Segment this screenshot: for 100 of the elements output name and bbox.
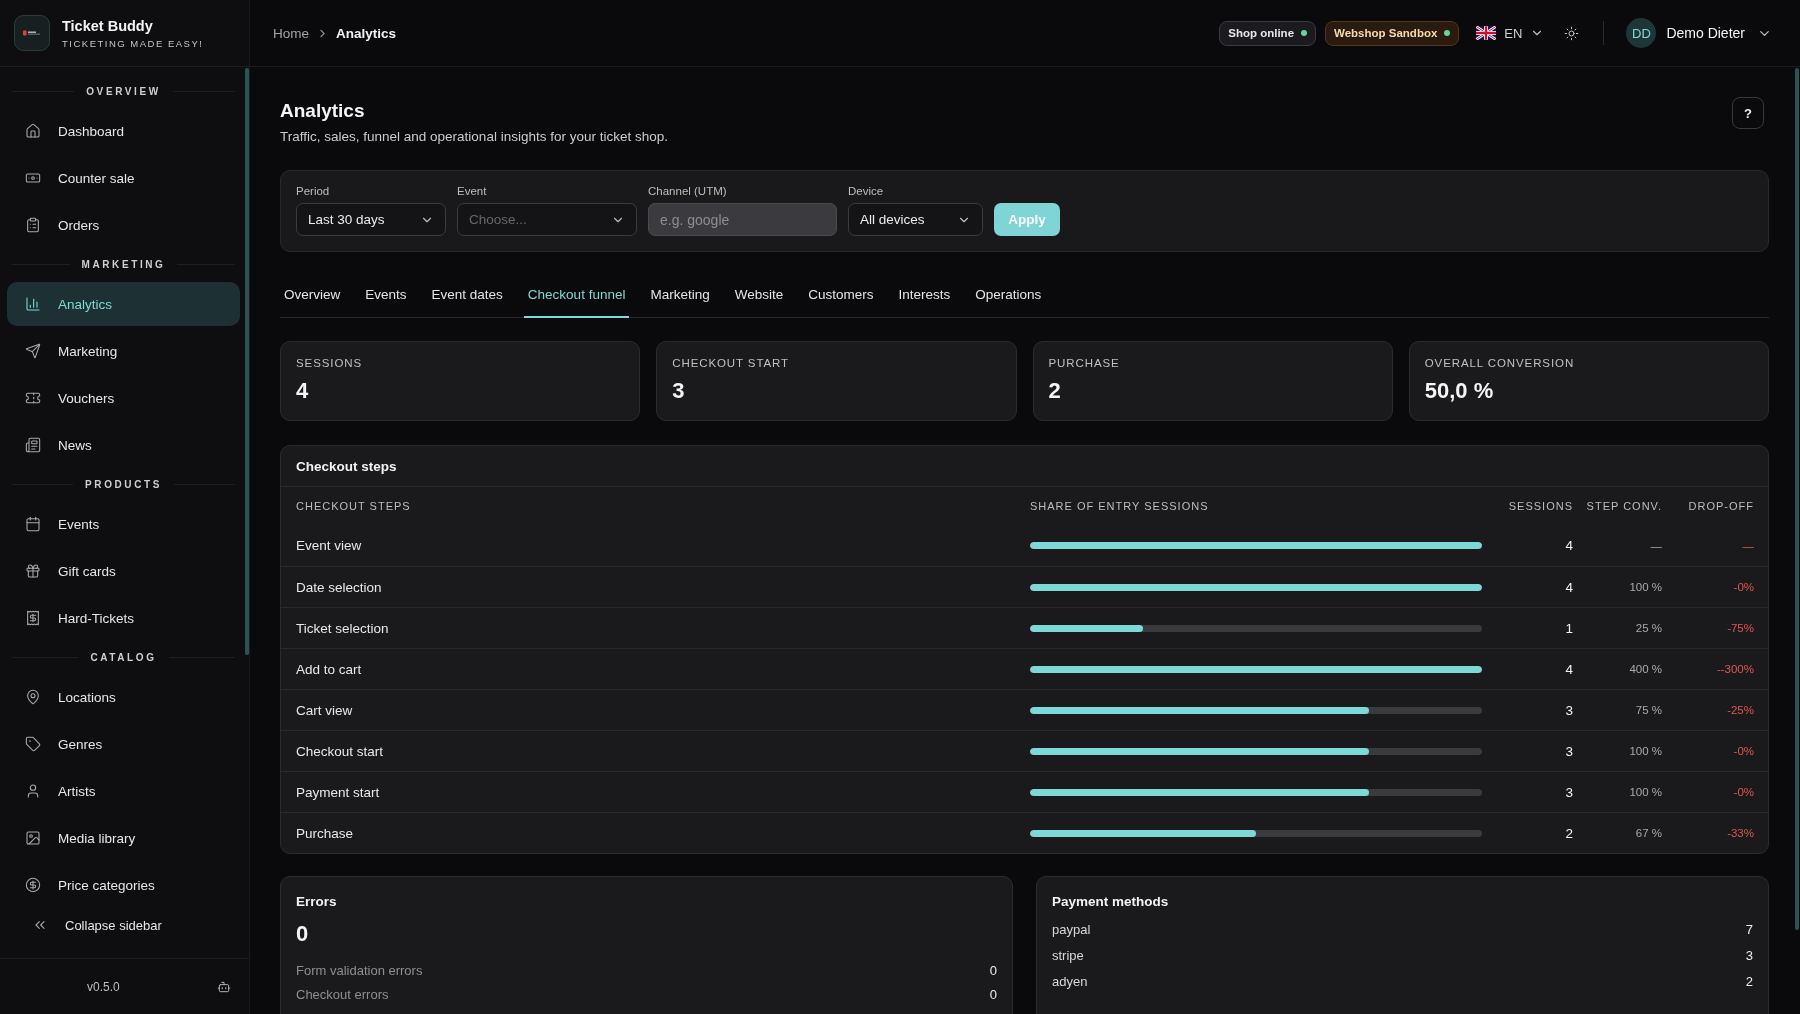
house-icon: [25, 123, 41, 139]
section-heading: PRODUCTS: [85, 479, 162, 490]
stat-label: PURCHASE: [1048, 356, 1120, 370]
image-icon: [25, 830, 41, 846]
language-select[interactable]: EN: [1476, 20, 1545, 46]
select-field[interactable]: All devices: [848, 203, 983, 236]
sidebar-item[interactable]: Gift cards: [7, 549, 240, 593]
table-cell: 2: [1565, 825, 1573, 841]
brand-tagline: TICKETING MADE EASY!: [62, 37, 204, 49]
section-heading: CATALOG: [90, 652, 157, 663]
table-cell: 1: [1565, 620, 1573, 636]
user-name[interactable]: Demo Dieter: [1666, 25, 1745, 41]
clipboard-icon: [25, 217, 41, 233]
robot-icon[interactable]: [217, 979, 231, 994]
section-heading: MARKETING: [81, 259, 166, 270]
stat-value: 4: [296, 378, 309, 404]
sidebar-item[interactable]: Locations: [7, 675, 240, 719]
tab[interactable]: Events: [361, 272, 411, 318]
brand-name: Ticket Buddy: [62, 17, 153, 35]
tab[interactable]: Customers: [804, 272, 878, 318]
receipt-icon: [25, 610, 41, 626]
stat-label: OVERALL CONVERSION: [1424, 356, 1575, 370]
breadcrumb-link[interactable]: Home: [273, 25, 309, 41]
stat-value: 2: [1048, 378, 1061, 404]
table-cell: Purchase: [296, 825, 354, 841]
table-cell: 100 %: [1629, 745, 1662, 757]
table-cell: 4: [1565, 661, 1573, 677]
metric-value: 3: [1745, 947, 1753, 963]
status-dot-icon: [1444, 30, 1451, 36]
field-label: Channel (UTM): [648, 184, 727, 198]
sidebar-item[interactable]: Hard-Tickets: [7, 596, 240, 640]
map-pin-icon: [25, 689, 41, 705]
field-label: Device: [848, 184, 884, 198]
status-dot-icon: [1301, 30, 1308, 36]
sidebar-item[interactable]: Vouchers: [7, 376, 240, 420]
current-page-label: Analytics: [336, 25, 397, 41]
table-cell: 3: [1565, 784, 1573, 800]
sidebar-item[interactable]: Counter sale: [7, 156, 240, 200]
metric-label: Form validation errors: [296, 962, 423, 978]
table-cell: Checkout start: [296, 743, 384, 759]
table-cell: —: [1650, 539, 1662, 552]
scrollbar-thumb[interactable]: [245, 68, 249, 655]
tab[interactable]: Interests: [894, 272, 955, 318]
tab[interactable]: Website: [730, 272, 788, 318]
status-badge[interactable]: Shop online: [1219, 20, 1317, 46]
table-cell: -0%: [1733, 581, 1754, 593]
sidebar-item[interactable]: Artists: [7, 769, 240, 813]
table-cell: 75 %: [1635, 704, 1662, 716]
tab[interactable]: Operations: [971, 272, 1046, 318]
table-cell: Cart view: [296, 702, 353, 718]
table-cell: --300%: [1716, 663, 1754, 675]
table-cell: -0%: [1733, 745, 1754, 757]
stat-value: 3: [672, 378, 685, 404]
table-cell: -25%: [1727, 704, 1754, 716]
page-title: Analytics: [280, 99, 365, 123]
sun-icon[interactable]: [1564, 25, 1580, 41]
tab[interactable]: Marketing: [646, 272, 714, 318]
status-badge[interactable]: Webshop Sandbox: [1325, 20, 1460, 46]
user-avatar[interactable]: DD: [1626, 18, 1657, 48]
sidebar-item[interactable]: Price categories: [7, 863, 240, 907]
sidebar-item[interactable]: News: [7, 423, 240, 467]
column-header: STEP CONV.: [1586, 500, 1662, 512]
sidebar-item[interactable]: Genres: [7, 722, 240, 766]
scrollbar-thumb[interactable]: [1795, 68, 1799, 930]
field-label: Event: [457, 184, 487, 198]
table-cell: 4: [1565, 538, 1573, 553]
column-header: CHECKOUT STEPS: [296, 500, 411, 512]
collapse-sidebar-button[interactable]: Collapse sidebar: [14, 907, 162, 943]
sidebar-item[interactable]: Events: [7, 502, 240, 546]
select-field[interactable]: Last 30 days: [296, 203, 446, 236]
section-heading: OVERVIEW: [86, 86, 161, 97]
banknote-icon: [25, 170, 41, 186]
table-cell: —: [1742, 539, 1754, 552]
card-title: Errors: [296, 894, 337, 909]
sidebar-item[interactable]: Marketing: [7, 329, 240, 373]
table-cell: Date selection: [296, 579, 382, 595]
tab[interactable]: Checkout funnel: [523, 272, 630, 318]
dollar-circle-icon: [25, 877, 41, 893]
sidebar-item[interactable]: Analytics: [7, 282, 240, 326]
sidebar-item[interactable]: Orders: [7, 203, 240, 247]
metric-label: Checkout errors: [296, 986, 389, 1002]
sidebar-item[interactable]: Media library: [7, 816, 240, 860]
version-label: v0.5.0: [87, 979, 120, 994]
table-cell: Add to cart: [296, 661, 362, 677]
stat-label: SESSIONS: [296, 356, 362, 370]
ticket-icon: [25, 390, 41, 406]
table-cell: Payment start: [296, 784, 380, 800]
logo-icon: [14, 15, 50, 51]
input-field[interactable]: e.g. google: [648, 203, 837, 236]
sidebar-item[interactable]: Dashboard: [7, 109, 240, 153]
tag-icon: [25, 736, 41, 752]
bar-chart-icon: [25, 296, 41, 312]
tab[interactable]: Event dates: [427, 272, 507, 318]
table-cell: 100 %: [1629, 581, 1662, 593]
person-icon: [25, 783, 41, 799]
card-title: Payment methods: [1052, 894, 1169, 909]
help-button[interactable]: ?: [1732, 97, 1764, 129]
metric-label: adyen: [1052, 973, 1088, 989]
stat-value: 50,0 %: [1424, 378, 1494, 404]
tab[interactable]: Overview: [280, 272, 345, 318]
